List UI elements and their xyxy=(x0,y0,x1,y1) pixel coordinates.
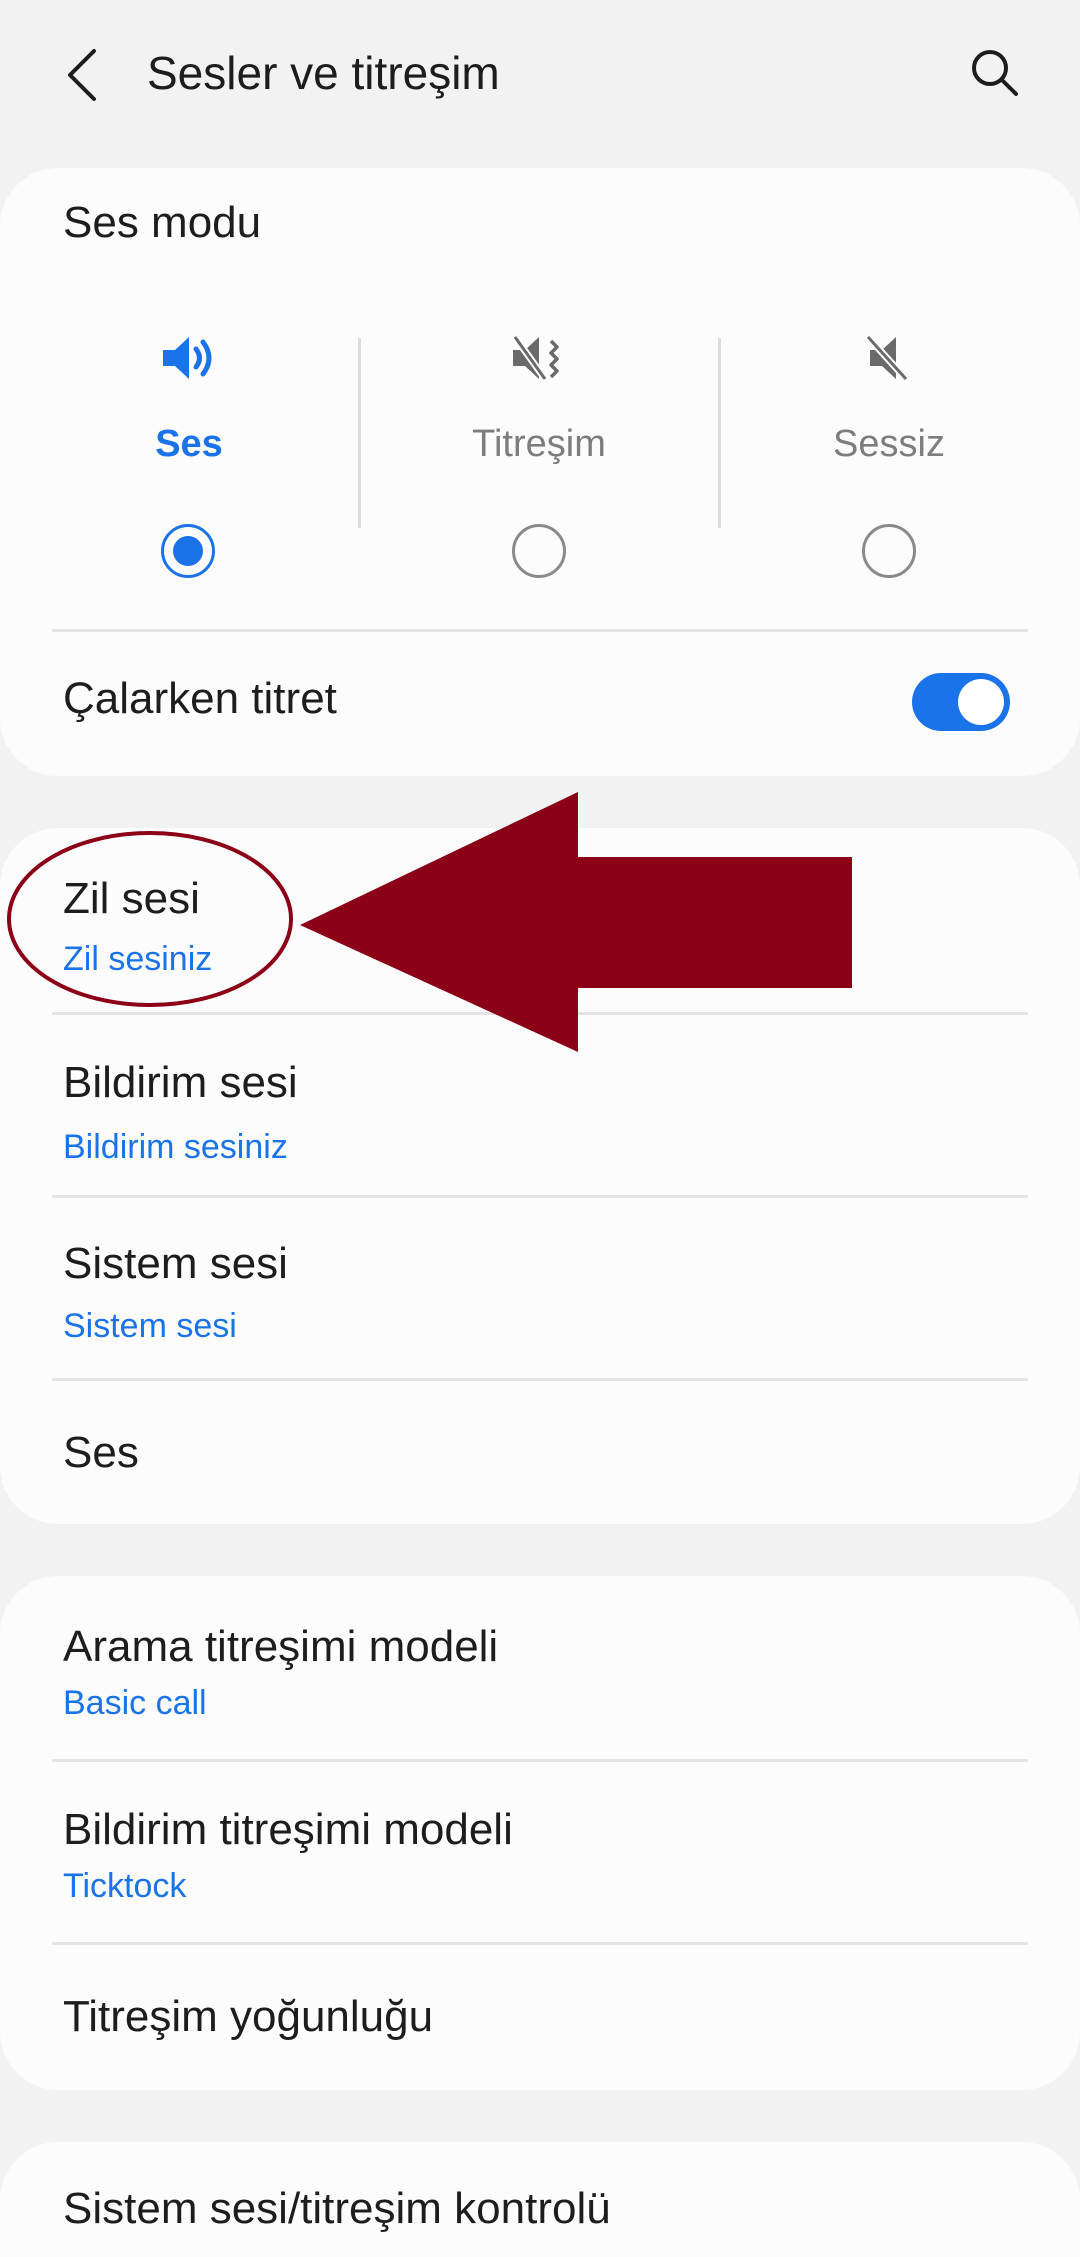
sound-settings-screen: Sesler ve titreşim Ses modu Ses Titreşim… xyxy=(0,0,1080,2257)
page-title: Sesler ve titreşim xyxy=(147,47,500,99)
back-button[interactable] xyxy=(50,38,114,112)
call-vibration-pattern-title: Arama titreşimi modeli xyxy=(63,1622,499,1671)
mute-icon xyxy=(739,333,1039,393)
notification-vibration-pattern-value: Ticktock xyxy=(63,1867,187,1905)
ringtone-title: Zil sesi xyxy=(63,874,200,923)
notification-sound-value: Bildirim sesiniz xyxy=(63,1128,288,1166)
notification-vibration-pattern-title: Bildirim titreşimi modeli xyxy=(63,1805,513,1854)
mode-option-sound[interactable]: Ses xyxy=(39,168,339,465)
mode-divider xyxy=(718,338,721,528)
vibrate-icon xyxy=(389,333,689,393)
ringtone-value: Zil sesiniz xyxy=(63,940,213,978)
system-sound-value: Sistem sesi xyxy=(63,1307,237,1345)
chevron-left-icon xyxy=(68,49,96,101)
mode-label-mute: Sessiz xyxy=(833,423,945,465)
vibrate-while-ringing-toggle[interactable] xyxy=(912,673,1010,731)
volume-icon xyxy=(39,333,339,393)
notification-vibration-pattern-row[interactable]: Bildirim titreşimi modeli Ticktock xyxy=(0,1761,1080,1943)
radio-sound[interactable] xyxy=(161,524,215,578)
notification-sound-title: Bildirim sesi xyxy=(63,1058,298,1107)
volume-row[interactable]: Ses xyxy=(0,1380,1080,1524)
call-vibration-pattern-value: Basic call xyxy=(63,1684,207,1722)
system-sound-title: Sistem sesi xyxy=(63,1239,288,1288)
vibrate-while-ringing-label: Çalarken titret xyxy=(63,674,337,723)
search-icon xyxy=(972,50,1018,96)
mode-option-mute[interactable]: Sessiz xyxy=(739,168,1039,465)
ringtone-row[interactable]: Zil sesi Zil sesiniz xyxy=(0,828,1080,1012)
system-control-title: Sistem sesi/titreşim kontrolü xyxy=(63,2184,611,2233)
notification-sound-row[interactable]: Bildirim sesi Bildirim sesiniz xyxy=(0,1014,1080,1196)
radio-mute[interactable] xyxy=(862,524,916,578)
mode-label-sound: Ses xyxy=(155,423,223,465)
app-bar: Sesler ve titreşim xyxy=(0,0,1080,150)
radio-vibrate[interactable] xyxy=(512,524,566,578)
search-button[interactable] xyxy=(960,38,1030,108)
mode-option-vibrate[interactable]: Titreşim xyxy=(389,168,689,465)
mode-divider xyxy=(358,338,361,528)
volume-title: Ses xyxy=(63,1428,139,1477)
toggle-knob xyxy=(958,679,1004,725)
mode-label-vibrate: Titreşim xyxy=(472,423,606,465)
system-control-row[interactable]: Sistem sesi/titreşim kontrolü xyxy=(0,2142,1080,2257)
vibration-intensity-row[interactable]: Titreşim yoğunluğu xyxy=(0,1944,1080,2090)
system-sound-row[interactable]: Sistem sesi Sistem sesi xyxy=(0,1197,1080,1379)
call-vibration-pattern-row[interactable]: Arama titreşimi modeli Basic call xyxy=(0,1576,1080,1760)
vibration-intensity-title: Titreşim yoğunluğu xyxy=(63,1992,434,2041)
